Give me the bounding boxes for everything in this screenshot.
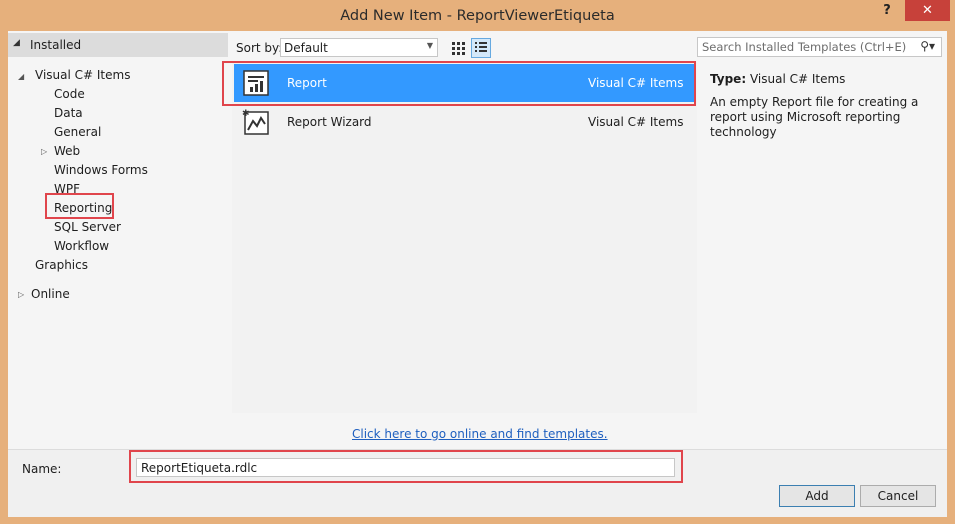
window-title: Add New Item - ReportViewerEtiqueta — [340, 8, 615, 24]
template-item-report[interactable]: Report Visual C# Items — [234, 64, 695, 102]
grid-view-icon — [452, 42, 465, 55]
small-icons-view-button[interactable] — [448, 38, 468, 58]
tree-node-code[interactable]: Code — [54, 85, 85, 103]
tree-node-general[interactable]: General — [54, 123, 101, 141]
online-templates-link[interactable]: Click here to go online and find templat… — [352, 427, 608, 441]
template-name: Report — [287, 76, 327, 90]
tree-label: Installed — [30, 38, 82, 52]
tree-node-visual-csharp-items[interactable]: Visual C# Items — [35, 66, 130, 84]
template-type: Type: Visual C# Items — [710, 72, 845, 86]
help-button[interactable]: ? — [870, 0, 904, 22]
tree-node-graphics[interactable]: Graphics — [35, 256, 88, 274]
name-label: Name: — [22, 462, 62, 476]
expanded-arrow-icon[interactable]: ◢ — [18, 72, 24, 81]
list-view-button[interactable] — [471, 38, 491, 58]
expand-arrow-icon[interactable]: ▷ — [41, 147, 47, 156]
name-field[interactable] — [136, 458, 675, 477]
tree-node-web[interactable]: Web — [54, 142, 80, 160]
bottom-panel: Name: Add Cancel — [8, 450, 947, 517]
template-category: Visual C# Items — [588, 115, 684, 129]
sort-by-dropdown[interactable]: Default ▼ — [280, 38, 438, 57]
report-icon — [243, 70, 269, 96]
tree-node-wpf[interactable]: WPF — [54, 180, 80, 198]
template-list: Report Visual C# Items ✱ Report Wizard V… — [232, 61, 697, 413]
collapse-arrow-icon[interactable]: ◢ — [13, 38, 20, 48]
template-category: Visual C# Items — [588, 76, 684, 90]
dialog-window: Add New Item - ReportViewerEtiqueta ? ✕ … — [0, 0, 955, 524]
tree-node-sql-server[interactable]: SQL Server — [54, 218, 121, 236]
template-description: An empty Report file for creating a repo… — [710, 95, 919, 139]
dialog-client-area: ◢ Installed ◢ Visual C# Items Code Data … — [8, 31, 947, 517]
search-placeholder: Search Installed Templates (Ctrl+E) — [702, 40, 907, 54]
tree-node-workflow[interactable]: Workflow — [54, 237, 109, 255]
tree-node-installed[interactable]: ◢ Installed — [8, 33, 228, 57]
type-label: Type: — [710, 72, 747, 86]
template-item-report-wizard[interactable]: ✱ Report Wizard Visual C# Items — [234, 103, 695, 141]
category-tree: ◢ Installed ◢ Visual C# Items Code Data … — [8, 31, 230, 451]
chevron-down-icon: ▼ — [426, 41, 433, 50]
tree-node-windows-forms[interactable]: Windows Forms — [54, 161, 148, 179]
svg-text:✱: ✱ — [242, 109, 250, 119]
tree-node-reporting[interactable]: Reporting — [54, 199, 112, 217]
sort-by-value: Default — [284, 41, 328, 55]
template-name: Report Wizard — [287, 115, 372, 129]
close-button[interactable]: ✕ — [905, 0, 950, 21]
list-view-icon — [475, 42, 487, 52]
tree-node-online[interactable]: Online — [31, 285, 70, 303]
expand-arrow-icon[interactable]: ▷ — [18, 290, 24, 299]
report-wizard-icon: ✱ — [242, 109, 269, 135]
type-value: Visual C# Items — [749, 72, 846, 86]
tree-node-data[interactable]: Data — [54, 104, 83, 122]
cancel-button[interactable]: Cancel — [860, 485, 936, 507]
sort-by-label: Sort by: — [236, 41, 283, 55]
search-icon[interactable]: ⚲▾ — [920, 39, 935, 53]
add-button[interactable]: Add — [779, 485, 855, 507]
search-templates-input[interactable]: Search Installed Templates (Ctrl+E) ⚲▾ — [697, 37, 942, 57]
